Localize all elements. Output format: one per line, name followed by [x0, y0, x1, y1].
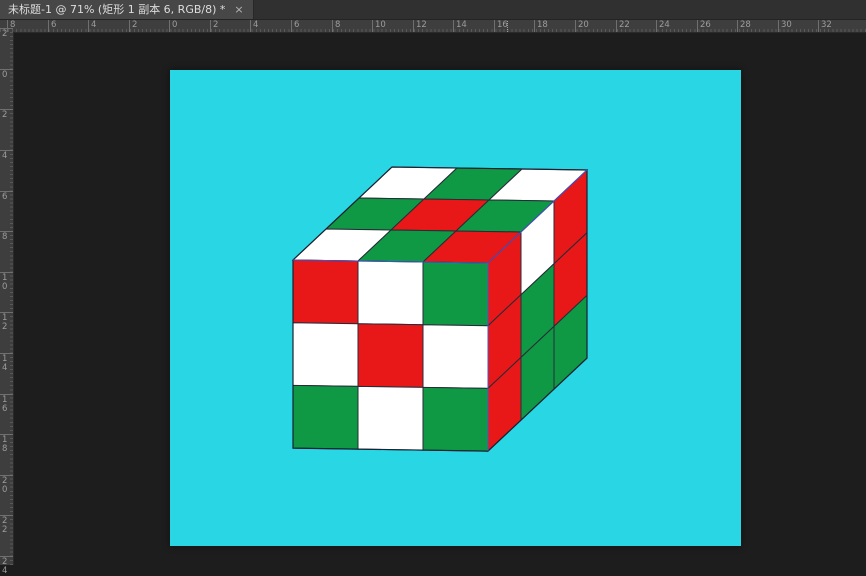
v-ruler-label: 2 4 — [2, 558, 7, 576]
document-tab-title: 未标题-1 @ 71% (矩形 1 副本 6, RGB/8) * — [8, 0, 225, 19]
h-ruler-label: 16 — [497, 19, 508, 31]
h-ruler-label: 4 — [253, 19, 258, 31]
v-ruler-label: 8 — [2, 233, 7, 242]
h-ruler-label: 8 — [10, 19, 15, 31]
v-ruler-label: 1 6 — [2, 396, 7, 414]
cube-front-face[interactable] — [293, 260, 488, 451]
rubiks-cube-shape[interactable] — [170, 70, 741, 546]
cube-front-face-cell — [358, 324, 423, 388]
document-canvas[interactable] — [170, 70, 741, 546]
h-ruler-label: 20 — [578, 19, 589, 31]
h-ruler-label: 18 — [537, 19, 548, 31]
v-ruler-label: 2 0 — [2, 477, 7, 495]
horizontal-ruler[interactable]: 864202468101214161820222426283032 — [0, 19, 866, 33]
cube-front-face-cell — [293, 385, 358, 449]
h-ruler-label: 10 — [375, 19, 386, 31]
cube-front-face-cell — [423, 262, 488, 326]
h-ruler-label: 2 — [132, 19, 137, 31]
cube-front-face-cell — [293, 323, 358, 387]
h-ruler-label: 12 — [416, 19, 427, 31]
h-ruler-label: 2 — [213, 19, 218, 31]
v-ruler-label: 2 — [2, 30, 7, 39]
h-ruler-label: 30 — [781, 19, 792, 31]
cube-front-face-cell — [423, 325, 488, 389]
v-ruler-label: 2 2 — [2, 517, 7, 535]
h-ruler-label: 6 — [294, 19, 299, 31]
h-ruler-label: 28 — [740, 19, 751, 31]
h-ruler-label: 6 — [51, 19, 56, 31]
h-ruler-label: 14 — [456, 19, 467, 31]
v-ruler-label: 0 — [2, 71, 7, 80]
h-ruler-label: 22 — [619, 19, 630, 31]
v-ruler-label: 1 0 — [2, 274, 7, 292]
pasteboard — [14, 32, 866, 565]
h-ruler-label: 24 — [659, 19, 670, 31]
h-ruler-label: 4 — [91, 19, 96, 31]
document-tab-bar: 未标题-1 @ 71% (矩形 1 副本 6, RGB/8) * × — [0, 0, 866, 20]
h-ruler-label: 8 — [335, 19, 340, 31]
v-ruler-label: 1 2 — [2, 314, 7, 332]
v-ruler-label: 1 8 — [2, 436, 7, 454]
photoshop-window: 未标题-1 @ 71% (矩形 1 副本 6, RGB/8) * × 86420… — [0, 0, 866, 565]
h-ruler-label: 32 — [821, 19, 832, 31]
h-ruler-label: 26 — [700, 19, 711, 31]
v-ruler-label: 6 — [2, 193, 7, 202]
document-tab[interactable]: 未标题-1 @ 71% (矩形 1 副本 6, RGB/8) * × — [0, 0, 254, 19]
cube-front-face-cell — [358, 386, 423, 450]
h-ruler-label: 0 — [172, 19, 177, 31]
cube-front-face-cell — [358, 261, 423, 325]
cube-front-face-cell — [293, 260, 358, 324]
cube-front-face-cell — [423, 387, 488, 451]
v-ruler-label: 1 4 — [2, 355, 7, 373]
vertical-ruler[interactable]: 2024681 01 21 41 61 82 02 22 4 — [0, 32, 14, 565]
v-ruler-label: 4 — [2, 152, 7, 161]
tab-close-icon[interactable]: × — [234, 0, 243, 19]
v-ruler-label: 2 — [2, 111, 7, 120]
